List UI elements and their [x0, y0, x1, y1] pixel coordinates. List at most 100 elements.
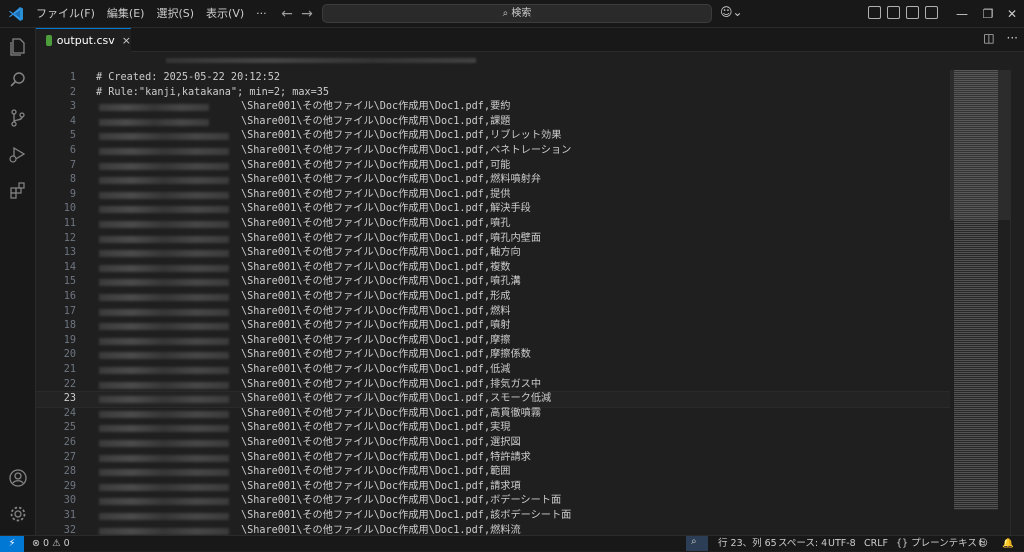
editor-line[interactable]: 24 \Share001\その他ファイル\Doc作成用\Doc1.pdf,高貫徹噴… [36, 407, 950, 422]
editor-line[interactable]: 9 \Share001\その他ファイル\Doc作成用\Doc1.pdf,提供 [36, 188, 950, 203]
encoding[interactable]: UTF-8 [828, 536, 856, 551]
editor-line[interactable]: 13 \Share001\その他ファイル\Doc作成用\Doc1.pdf,軸方向 [36, 246, 950, 261]
editor-line[interactable]: 21 \Share001\その他ファイル\Doc作成用\Doc1.pdf,低減 [36, 363, 950, 378]
copilot-icon[interactable]: ☺⌄ [720, 5, 743, 19]
close-window-icon[interactable]: ✕ [998, 0, 1024, 28]
gear-icon[interactable] [8, 504, 28, 524]
line-text: \Share001\その他ファイル\Doc作成用\Doc1.pdf,特許請求 [241, 451, 531, 463]
line-number: 28 [63, 466, 76, 478]
extensions-icon[interactable] [8, 180, 28, 200]
editor-line[interactable]: 25 \Share001\その他ファイル\Doc作成用\Doc1.pdf,実現 [36, 421, 950, 436]
line-number: 31 [63, 510, 76, 521]
breadcrumb [36, 52, 1024, 70]
redacted-path [99, 410, 229, 418]
line-number: 26 [63, 437, 76, 448]
line-number: 9 [69, 188, 76, 200]
editor-line[interactable]: 2 # Rule:"kanji,katakana"; min=2; max=35 [36, 86, 950, 101]
editor-line[interactable]: 23 \Share001\その他ファイル\Doc作成用\Doc1.pdf,スモーク… [36, 391, 950, 408]
end-of-line[interactable]: CRLF [864, 536, 888, 551]
line-number: 11 [63, 218, 76, 229]
redacted-path [99, 250, 229, 258]
menu-more[interactable]: ··· [250, 0, 273, 28]
problems-status[interactable]: ⊗ 0 ⚠ 0 [32, 536, 70, 551]
toggle-secondary-sidebar-icon[interactable] [925, 6, 938, 19]
toggle-panel-icon[interactable] [906, 6, 919, 19]
editor-line[interactable]: 19 \Share001\その他ファイル\Doc作成用\Doc1.pdf,摩擦 [36, 334, 950, 349]
more-actions-icon[interactable]: ··· [1007, 31, 1018, 45]
redacted-path [99, 191, 229, 199]
editor-line[interactable]: 6 \Share001\その他ファイル\Doc作成用\Doc1.pdf,ペネトレー… [36, 144, 950, 159]
search-label: 検索 [511, 8, 532, 19]
command-center-search[interactable]: ⌕ 検索 [322, 4, 712, 23]
language-mode[interactable]: {} プレーンテキスト [896, 536, 986, 551]
editor-line[interactable]: 20 \Share001\その他ファイル\Doc作成用\Doc1.pdf,摩擦係数 [36, 348, 950, 363]
run-debug-icon[interactable] [8, 144, 28, 164]
editor-line[interactable]: 8 \Share001\その他ファイル\Doc作成用\Doc1.pdf,燃料噴射弁 [36, 173, 950, 188]
menu-file[interactable]: ファイル(F) [30, 0, 101, 28]
tab-output-csv[interactable]: output.csv × [36, 28, 131, 52]
indentation[interactable]: スペース: 4 [778, 536, 827, 551]
search-icon[interactable] [8, 70, 28, 90]
vscode-logo-icon [9, 7, 23, 21]
line-text: \Share001\その他ファイル\Doc作成用\Doc1.pdf,噴射 [241, 320, 511, 332]
split-editor-icon[interactable]: ◫ [983, 31, 994, 45]
line-text: \Share001\その他ファイル\Doc作成用\Doc1.pdf,該ボデーシー… [241, 510, 572, 521]
tab-label: output.csv [56, 34, 115, 47]
source-control-icon[interactable] [8, 108, 28, 128]
minimap[interactable] [950, 70, 1010, 535]
csv-file-icon [46, 35, 52, 46]
editor-line[interactable]: 5 \Share001\その他ファイル\Doc作成用\Doc1.pdf,リブレット… [36, 129, 950, 144]
redacted-path [99, 148, 229, 155]
bell-icon[interactable]: 🔔 [1002, 536, 1014, 551]
editor-line[interactable]: 7 \Share001\その他ファイル\Doc作成用\Doc1.pdf,可能 [36, 159, 950, 174]
layout-controls [868, 6, 938, 19]
redacted-path [99, 483, 229, 491]
editor-line[interactable]: 15 \Share001\その他ファイル\Doc作成用\Doc1.pdf,噴孔溝 [36, 275, 950, 290]
editor-line[interactable]: 12 \Share001\その他ファイル\Doc作成用\Doc1.pdf,噴孔内壁… [36, 232, 950, 247]
editor-tabs: output.csv × ◫ ··· [36, 28, 1024, 52]
editor-line[interactable]: 10 \Share001\その他ファイル\Doc作成用\Doc1.pdf,解決手段 [36, 202, 950, 217]
menu-selection[interactable]: 選択(S) [150, 0, 200, 28]
editor-line[interactable]: 28 \Share001\その他ファイル\Doc作成用\Doc1.pdf,範囲 [36, 465, 950, 480]
text-editor[interactable]: 1 # Created: 2025-05-22 20:12:52 2 # Rule:"… [36, 70, 950, 535]
editor-line[interactable]: 31 \Share001\その他ファイル\Doc作成用\Doc1.pdf,該ボデー… [36, 509, 950, 524]
editor-line[interactable]: 14 \Share001\その他ファイル\Doc作成用\Doc1.pdf,複数 [36, 261, 950, 276]
redacted-path [99, 118, 209, 126]
line-number: 10 [63, 203, 76, 215]
zoom-icon[interactable]: ⌕ [686, 536, 708, 551]
editor-line[interactable]: 4 \Share001\その他ファイル\Doc作成用\Doc1.pdf,課題 [36, 115, 950, 130]
toggle-primary-sidebar-icon[interactable] [887, 6, 900, 19]
line-text: \Share001\その他ファイル\Doc作成用\Doc1.pdf,リブレット効… [241, 130, 562, 142]
forward-arrow-icon[interactable]: → [299, 6, 315, 22]
redacted-path [99, 235, 229, 243]
editor-line[interactable]: 1 # Created: 2025-05-22 20:12:52 [36, 71, 950, 86]
menu-edit[interactable]: 編集(E) [101, 0, 151, 28]
line-text: \Share001\その他ファイル\Doc作成用\Doc1.pdf,摩擦 [241, 334, 511, 346]
redacted-path [99, 104, 209, 112]
editor-line[interactable]: 22 \Share001\その他ファイル\Doc作成用\Doc1.pdf,排気ガス… [36, 378, 950, 393]
menu-view[interactable]: 表示(V) [200, 0, 250, 28]
vertical-scrollbar[interactable] [1010, 70, 1024, 535]
explorer-icon[interactable] [8, 36, 28, 56]
editor-line[interactable]: 30 \Share001\その他ファイル\Doc作成用\Doc1.pdf,ボデーシ… [36, 494, 950, 509]
cursor-position[interactable]: 行 23、列 65 [718, 536, 777, 551]
back-arrow-icon[interactable]: ← [279, 6, 295, 22]
line-number: 20 [63, 349, 76, 361]
editor-line[interactable]: 3 \Share001\その他ファイル\Doc作成用\Doc1.pdf,要約 [36, 100, 950, 115]
editor-line[interactable]: 29 \Share001\その他ファイル\Doc作成用\Doc1.pdf,請求項 [36, 480, 950, 495]
remote-icon[interactable]: ⚡ [0, 536, 24, 552]
minimize-icon[interactable]: — [948, 0, 976, 28]
editor-line[interactable]: 18 \Share001\その他ファイル\Doc作成用\Doc1.pdf,噴射 [36, 319, 950, 334]
editor-line[interactable]: 17 \Share001\その他ファイル\Doc作成用\Doc1.pdf,燃料 [36, 305, 950, 320]
editor-line[interactable]: 16 \Share001\その他ファイル\Doc作成用\Doc1.pdf,形成 [36, 290, 950, 305]
customize-layout-icon[interactable] [868, 6, 881, 19]
editor-line[interactable]: 27 \Share001\その他ファイル\Doc作成用\Doc1.pdf,特許請求 [36, 451, 950, 466]
minimap-slider[interactable] [950, 70, 1010, 220]
copilot-status-icon[interactable]: ☺ [978, 536, 988, 551]
editor-line[interactable]: 26 \Share001\その他ファイル\Doc作成用\Doc1.pdf,選択図 [36, 436, 950, 451]
editor-line[interactable]: 11 \Share001\その他ファイル\Doc作成用\Doc1.pdf,噴孔 [36, 217, 950, 232]
line-number: 16 [63, 291, 76, 302]
accounts-icon[interactable] [8, 468, 28, 488]
editor-line[interactable]: 32 \Share001\その他ファイル\Doc作成用\Doc1.pdf,燃料流 [36, 524, 950, 535]
close-icon[interactable]: × [122, 34, 131, 47]
